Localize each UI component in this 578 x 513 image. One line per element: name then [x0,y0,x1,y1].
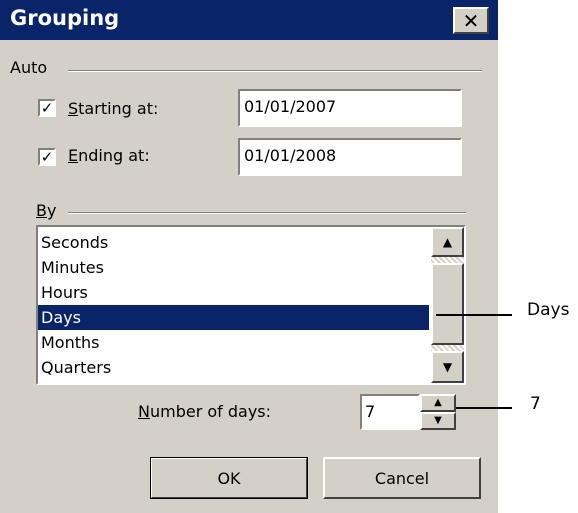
arrow-down-icon: ▼ [442,360,453,374]
list-item-quarters[interactable]: Quarters [38,355,429,380]
starting-at-input[interactable]: 01/01/2007 [238,89,462,127]
check-icon: ✓ [40,98,54,117]
list-items: Seconds Minutes Hours Days Months Quarters [38,230,429,380]
arrow-up-icon: ▲ [434,397,442,408]
list-item-hours[interactable]: Hours [38,280,429,305]
list-item-seconds[interactable]: Seconds [38,230,429,255]
days-callout-line [436,314,512,316]
days-callout-label: Days [527,300,570,320]
ending-at-label: Ending at: [68,146,150,165]
spin-up-button[interactable]: ▲ [420,394,456,412]
close-button[interactable]: ✕ [453,7,489,34]
by-group-label: By [36,201,57,220]
dialog-title: Grouping [10,6,120,30]
by-group-divider [68,212,466,214]
ending-at-checkbox[interactable]: ✓ [38,148,56,166]
number-of-days-input[interactable]: 7 [360,394,420,430]
arrow-down-icon: ▼ [434,415,442,426]
list-item-months[interactable]: Months [38,330,429,355]
spin-down-button[interactable]: ▼ [420,412,456,430]
list-scrollbar[interactable]: ▲ ▼ [431,227,464,383]
arrow-up-icon: ▲ [442,235,453,249]
grouping-dialog: Grouping ✕ Auto ✓ Starting at: 01/01/200… [0,0,498,513]
cancel-button[interactable]: Cancel [323,457,481,499]
close-icon: ✕ [462,8,480,33]
list-item-days[interactable]: Days [38,305,429,330]
grouping-listbox[interactable]: Seconds Minutes Hours Days Months Quarters ▲ … [36,225,466,385]
list-item-minutes[interactable]: Minutes [38,255,429,280]
scroll-thumb[interactable] [431,263,464,345]
number-of-days-label: Number of days: [138,402,272,421]
starting-at-checkbox[interactable]: ✓ [38,99,56,117]
number-callout-label: 7 [530,394,541,414]
auto-group-label: Auto [10,58,48,77]
scroll-up-button[interactable]: ▲ [431,227,464,257]
check-icon: ✓ [40,147,54,166]
scroll-down-button[interactable]: ▼ [431,351,464,383]
ending-at-input[interactable]: 01/01/2008 [238,138,462,176]
starting-at-label: Starting at: [68,99,159,118]
auto-group-divider [68,70,482,72]
number-callout-line [456,407,512,409]
ok-button[interactable]: OK [150,457,308,499]
title-bar[interactable]: Grouping ✕ [0,0,498,40]
